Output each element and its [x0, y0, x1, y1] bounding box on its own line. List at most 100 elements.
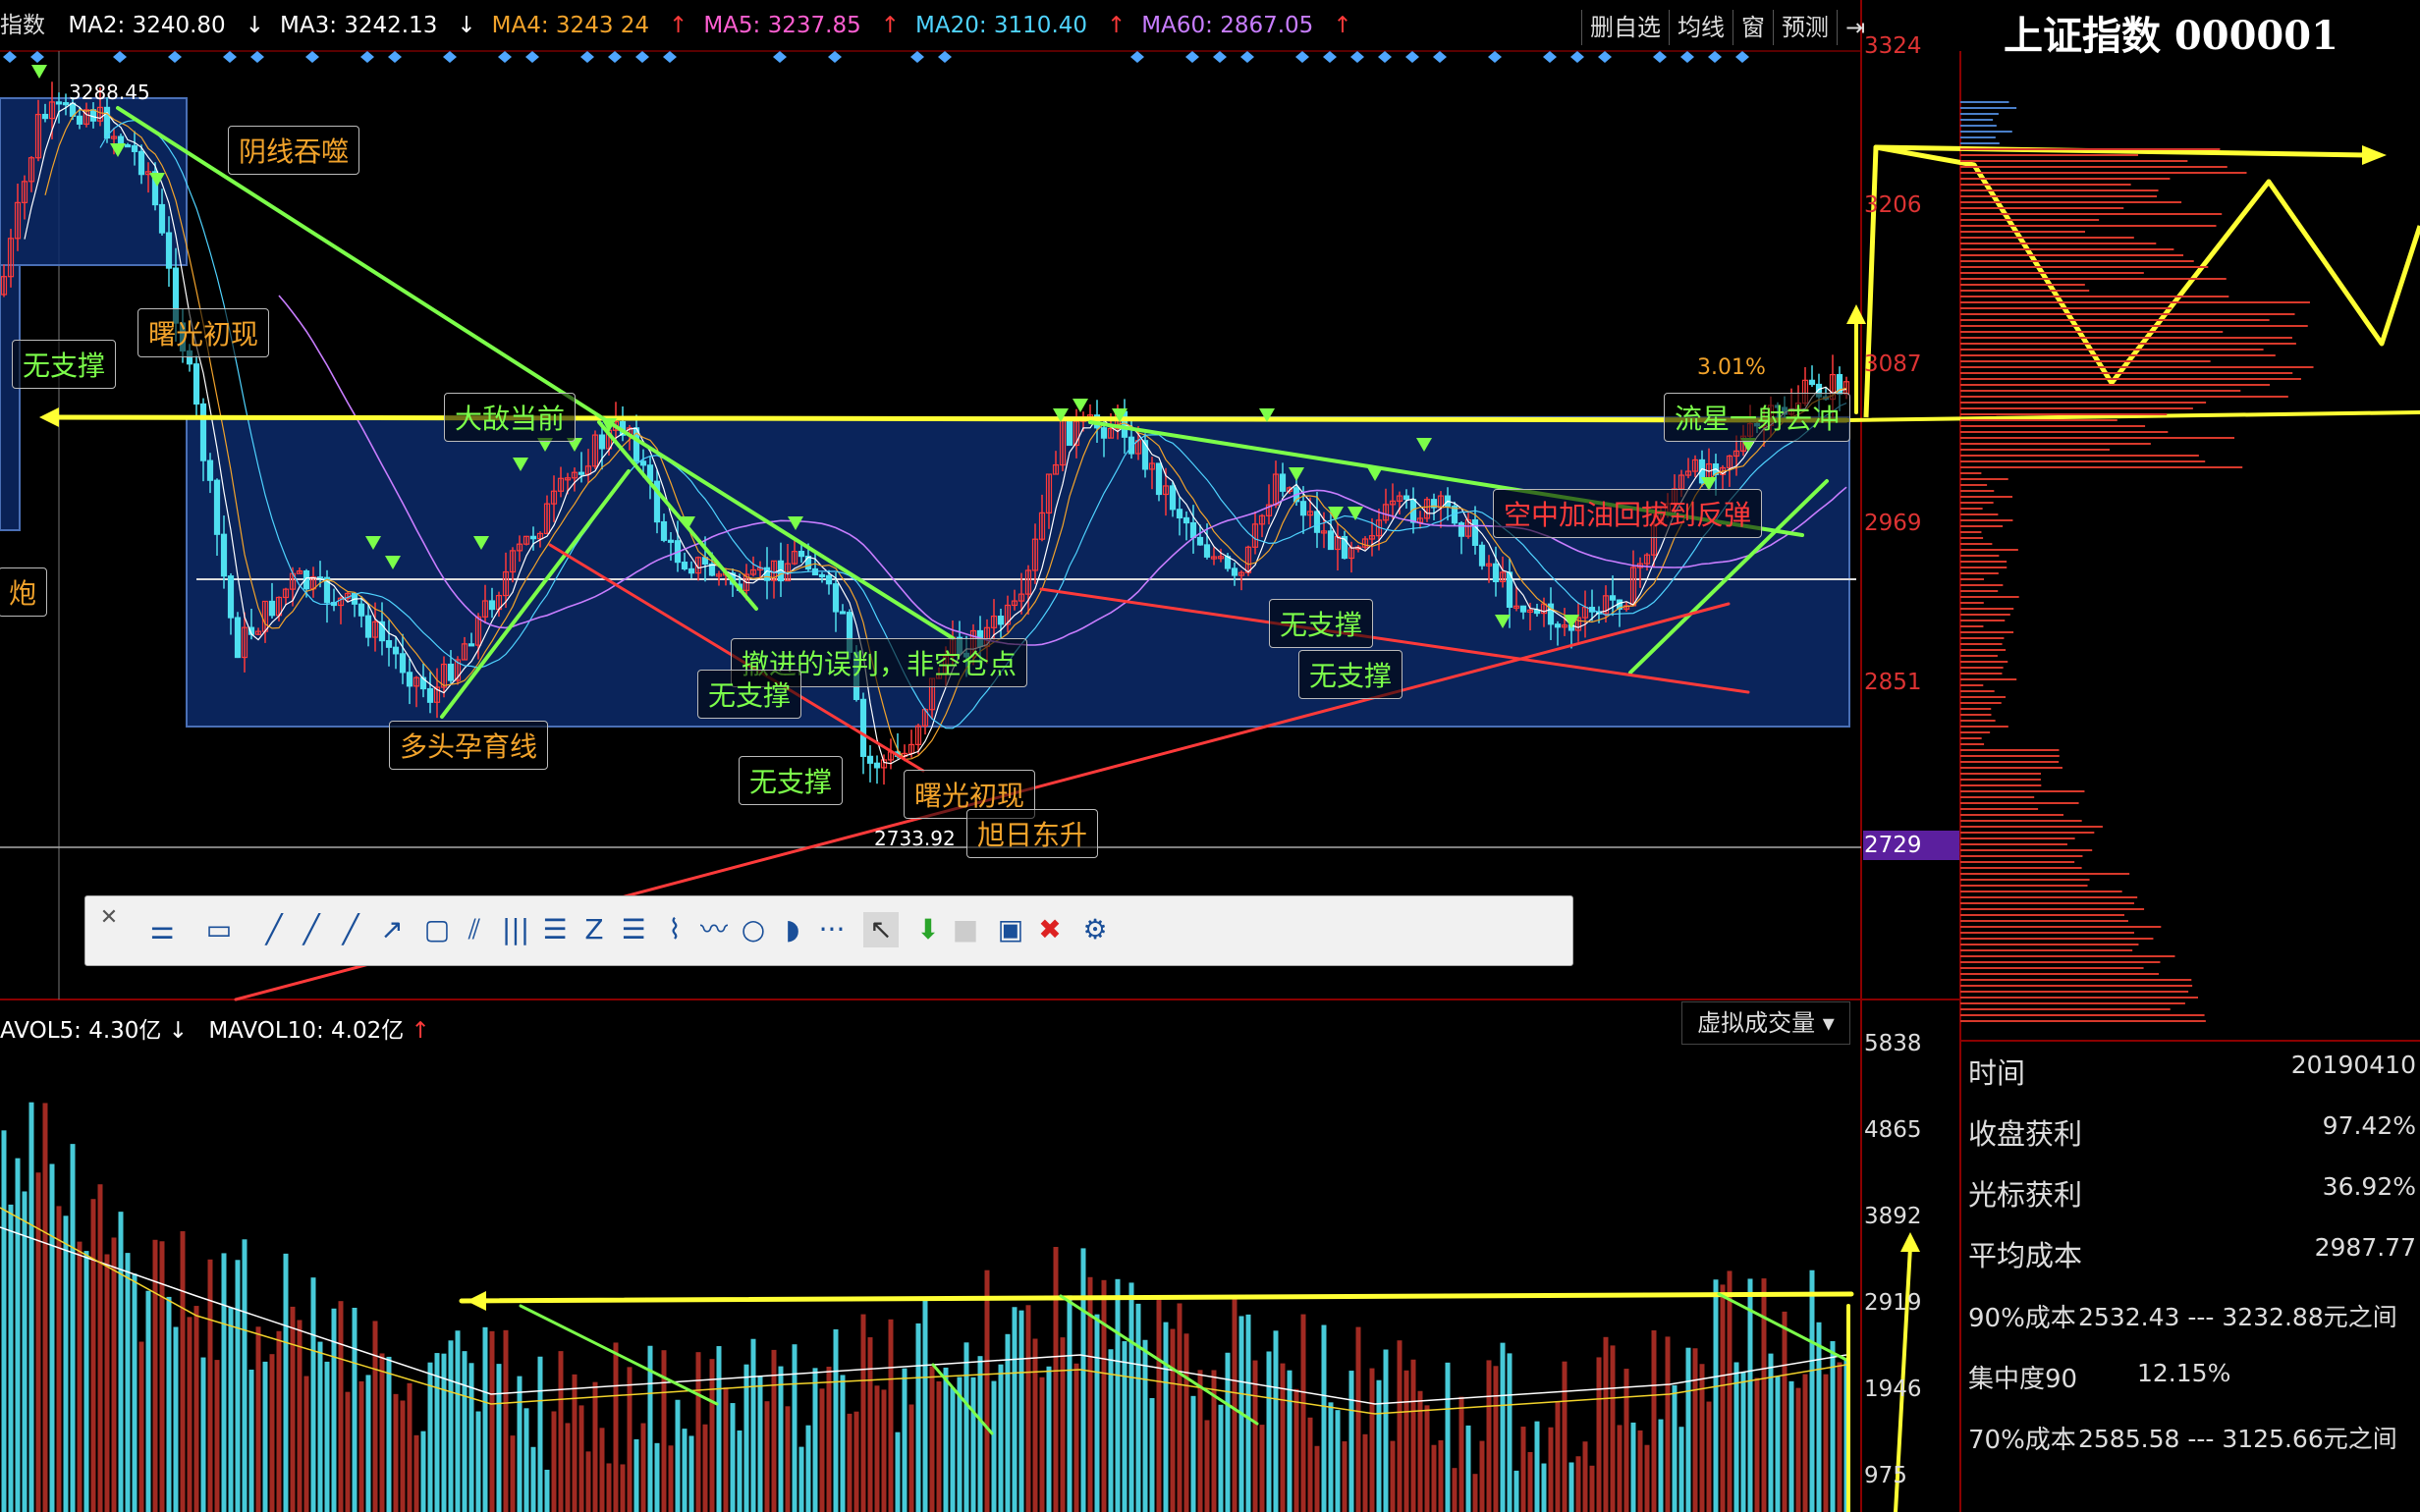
ray-tool-icon[interactable]: ╱ [333, 912, 368, 947]
close-icon[interactable]: ✕ [91, 900, 127, 936]
candle-body [227, 575, 235, 619]
volume-bar [207, 1259, 213, 1512]
volume-bar [365, 1375, 371, 1512]
wave-icon[interactable]: ⌇ [657, 912, 692, 947]
volume-type-select[interactable]: 虚拟成交量 ▾ [1681, 1001, 1850, 1045]
volume-bar [819, 1388, 825, 1512]
annotation-label[interactable]: 阴线吞噬 [228, 126, 360, 175]
volume-bar [1156, 1296, 1162, 1512]
volume-bar [654, 1442, 660, 1512]
volume-resistance [459, 1291, 1854, 1304]
signal-diamond-icon [498, 51, 512, 63]
signal-diamond-icon [1735, 51, 1749, 63]
annotation-label[interactable]: 无支撑 [1298, 650, 1403, 699]
remove-favorite-button[interactable]: 删自选 [1581, 10, 1669, 45]
info-key: 90%成本 [1968, 1304, 2076, 1333]
volume-bar [1596, 1357, 1602, 1512]
volume-bar [242, 1239, 248, 1512]
annotation-label[interactable]: 流星一射去冲 [1664, 393, 1851, 442]
mavol5-label: AVOL5: 4.30亿 [0, 1018, 162, 1044]
volume-bar [1122, 1341, 1128, 1512]
candle-body [598, 434, 606, 450]
volume-bar [922, 1299, 928, 1512]
volume-bar [1025, 1305, 1031, 1512]
gear-icon[interactable]: ⚙ [1077, 912, 1113, 947]
annotation-label[interactable]: 多头孕育线 [389, 721, 549, 770]
volume-bar [193, 1306, 199, 1512]
segment-tool-icon[interactable]: ╱ [294, 912, 329, 947]
fib-tool-icon[interactable]: ☰ [537, 912, 573, 947]
volume-bar [840, 1375, 846, 1512]
signal-diamond-icon [443, 51, 457, 63]
line-tool-icon[interactable]: ╱ [256, 912, 292, 947]
delete-icon[interactable]: ✖ [1032, 912, 1068, 947]
save-template-icon[interactable]: ▣ [993, 912, 1028, 947]
left-zone [0, 264, 21, 531]
gann-icon[interactable]: ☰ [616, 912, 651, 947]
volume-bar [572, 1374, 578, 1512]
info-value: 12.15% [2137, 1359, 2231, 1387]
volume-bar [1225, 1352, 1231, 1512]
annotation-label[interactable]: 空中加油回拔到反弹 [1493, 489, 1763, 538]
green-down-arrow-icon[interactable]: ⬇ [910, 912, 946, 947]
annotation-label[interactable]: 无支撑 [12, 340, 117, 389]
volume-bar [1307, 1417, 1313, 1512]
annotation-label[interactable]: 3.01% [1687, 351, 1776, 384]
volume-bar [310, 1277, 316, 1512]
settings-lines-icon[interactable]: ⚌ [144, 912, 180, 947]
volume-bar [640, 1423, 646, 1512]
volume-bar [1005, 1333, 1011, 1512]
more-icon[interactable]: ··· [814, 912, 850, 947]
polyline-icon[interactable]: 〰 [696, 912, 732, 947]
signal-diamond-icon [1543, 51, 1557, 63]
candle-body [798, 551, 805, 558]
info-row: 光标获利 36.92% [1960, 1172, 2420, 1212]
candle-body [660, 520, 668, 541]
volume-bar [853, 1411, 859, 1512]
candle-body [839, 611, 847, 615]
volume-bar [1032, 1338, 1038, 1512]
circle-tool-icon[interactable]: ○ [736, 912, 771, 947]
ma-button[interactable]: 均线 [1669, 10, 1732, 45]
candle-body [1402, 495, 1410, 501]
annotation-label[interactable]: 旭日东升 [966, 809, 1099, 858]
annotation-label[interactable]: 无支撑 [739, 756, 844, 805]
volume-bar [1376, 1379, 1382, 1512]
candle-body [1471, 518, 1479, 546]
volume-bar [1183, 1333, 1189, 1512]
volume-bar [352, 1307, 358, 1512]
annotation-label[interactable]: 炮 [0, 567, 48, 617]
volume-bar [297, 1320, 302, 1512]
candle-body [447, 663, 455, 681]
volume-bar [1170, 1328, 1176, 1512]
z-line-icon[interactable]: Z [577, 912, 612, 947]
volume-bar [523, 1408, 529, 1512]
annotation-label[interactable]: 曙光初现 [138, 308, 270, 357]
volume-bar [1802, 1374, 1808, 1512]
info-row: 90%成本 2532.43 --- 3232.88元之间 [1960, 1298, 2420, 1337]
signal-diamond-icon [1405, 51, 1419, 63]
vertical-lines-icon[interactable]: ||| [498, 912, 533, 947]
window-button[interactable]: 窗 [1732, 10, 1773, 45]
color-swatch-icon[interactable]: ■ [948, 912, 983, 947]
volume-bar [1548, 1427, 1554, 1512]
volume-bar [1115, 1278, 1121, 1512]
signal-diamond-icon [1213, 51, 1227, 63]
rectangle-tool-icon[interactable]: ▢ [419, 912, 455, 947]
abc-text-icon[interactable]: ▭ [201, 912, 237, 947]
annotation-label[interactable]: 无支撑 [1269, 599, 1374, 648]
annotation-label[interactable]: 无支撑 [697, 670, 802, 719]
parallel-line-icon[interactable]: ⫽ [457, 912, 492, 947]
volume-bar [1204, 1420, 1210, 1512]
candle-body [578, 471, 585, 475]
arc-tool-icon[interactable]: ◗ [775, 912, 810, 947]
annotation-label[interactable]: 大敌当前 [444, 393, 577, 442]
candle-body [206, 459, 214, 481]
candle-body [1231, 567, 1238, 576]
volume-bar [1342, 1441, 1348, 1512]
volume-bar [262, 1361, 268, 1512]
forecast-button[interactable]: 预测 [1773, 10, 1837, 45]
info-value: 20190410 [2290, 1051, 2416, 1079]
arrow-line-icon[interactable]: ↗ [374, 912, 410, 947]
cursor-icon[interactable]: ↖ [863, 912, 899, 947]
